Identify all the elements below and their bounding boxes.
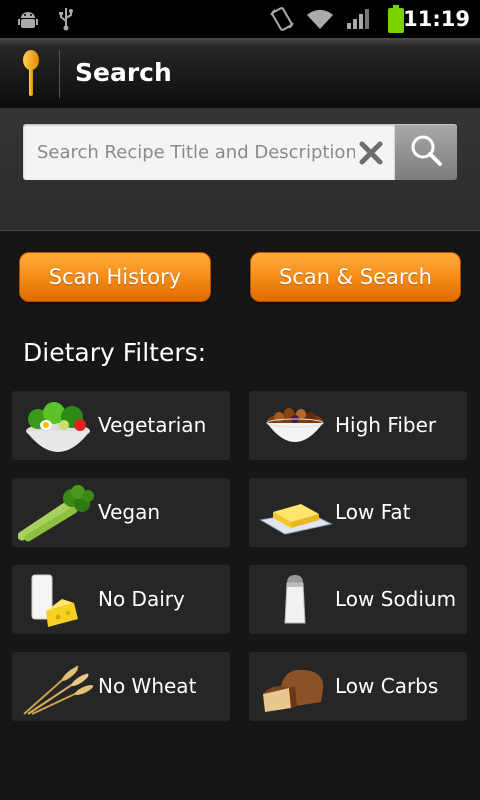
scan-history-button[interactable]: Scan History xyxy=(19,252,211,302)
milk-cheese-icon xyxy=(18,569,98,631)
celery-icon xyxy=(17,482,98,544)
title-bar: Search xyxy=(0,38,480,109)
filter-no-wheat[interactable]: No Wheat xyxy=(12,652,230,721)
scan-search-button[interactable]: Scan & Search xyxy=(250,252,461,302)
bread-icon xyxy=(255,656,335,718)
usb-icon xyxy=(56,0,76,38)
cereal-bowl-icon xyxy=(255,395,335,457)
wifi-icon xyxy=(305,0,335,38)
android-debug-icon xyxy=(16,0,40,38)
filter-label: No Dairy xyxy=(98,587,185,611)
salt-shaker-icon xyxy=(255,569,335,631)
salad-icon xyxy=(18,395,98,457)
filter-label: No Wheat xyxy=(98,674,197,698)
filter-low-fat[interactable]: Low Fat xyxy=(249,478,467,547)
spoon-icon[interactable] xyxy=(20,50,42,98)
rotate-icon xyxy=(268,0,296,38)
filter-low-carbs[interactable]: Low Carbs xyxy=(249,652,467,721)
page-title: Search xyxy=(75,58,172,87)
filter-low-sodium[interactable]: Low Sodium xyxy=(249,565,467,634)
title-divider xyxy=(59,50,60,98)
search-input[interactable] xyxy=(37,124,355,180)
search-button[interactable] xyxy=(395,124,457,180)
filter-vegetarian[interactable]: Vegetarian xyxy=(12,391,230,460)
butter-icon xyxy=(255,482,335,544)
signal-icon xyxy=(344,0,372,38)
status-time: 11:19 xyxy=(403,7,470,31)
filter-label: Vegan xyxy=(98,500,161,524)
filter-vegan[interactable]: Vegan xyxy=(12,478,230,547)
close-icon[interactable] xyxy=(359,141,383,165)
filter-label: Low Carbs xyxy=(335,674,439,698)
filter-label: High Fiber xyxy=(335,413,437,437)
search-icon xyxy=(409,133,443,171)
wheat-icon xyxy=(18,656,98,718)
filter-no-dairy[interactable]: No Dairy xyxy=(12,565,230,634)
filter-label: Low Fat xyxy=(335,500,411,524)
filter-high-fiber[interactable]: High Fiber xyxy=(249,391,467,460)
status-bar: 11:19 xyxy=(0,0,480,38)
filters-heading: Dietary Filters: xyxy=(23,338,207,367)
filter-label: Low Sodium xyxy=(335,587,457,611)
filter-label: Vegetarian xyxy=(98,413,207,437)
search-panel xyxy=(0,108,480,231)
search-box xyxy=(23,124,395,180)
